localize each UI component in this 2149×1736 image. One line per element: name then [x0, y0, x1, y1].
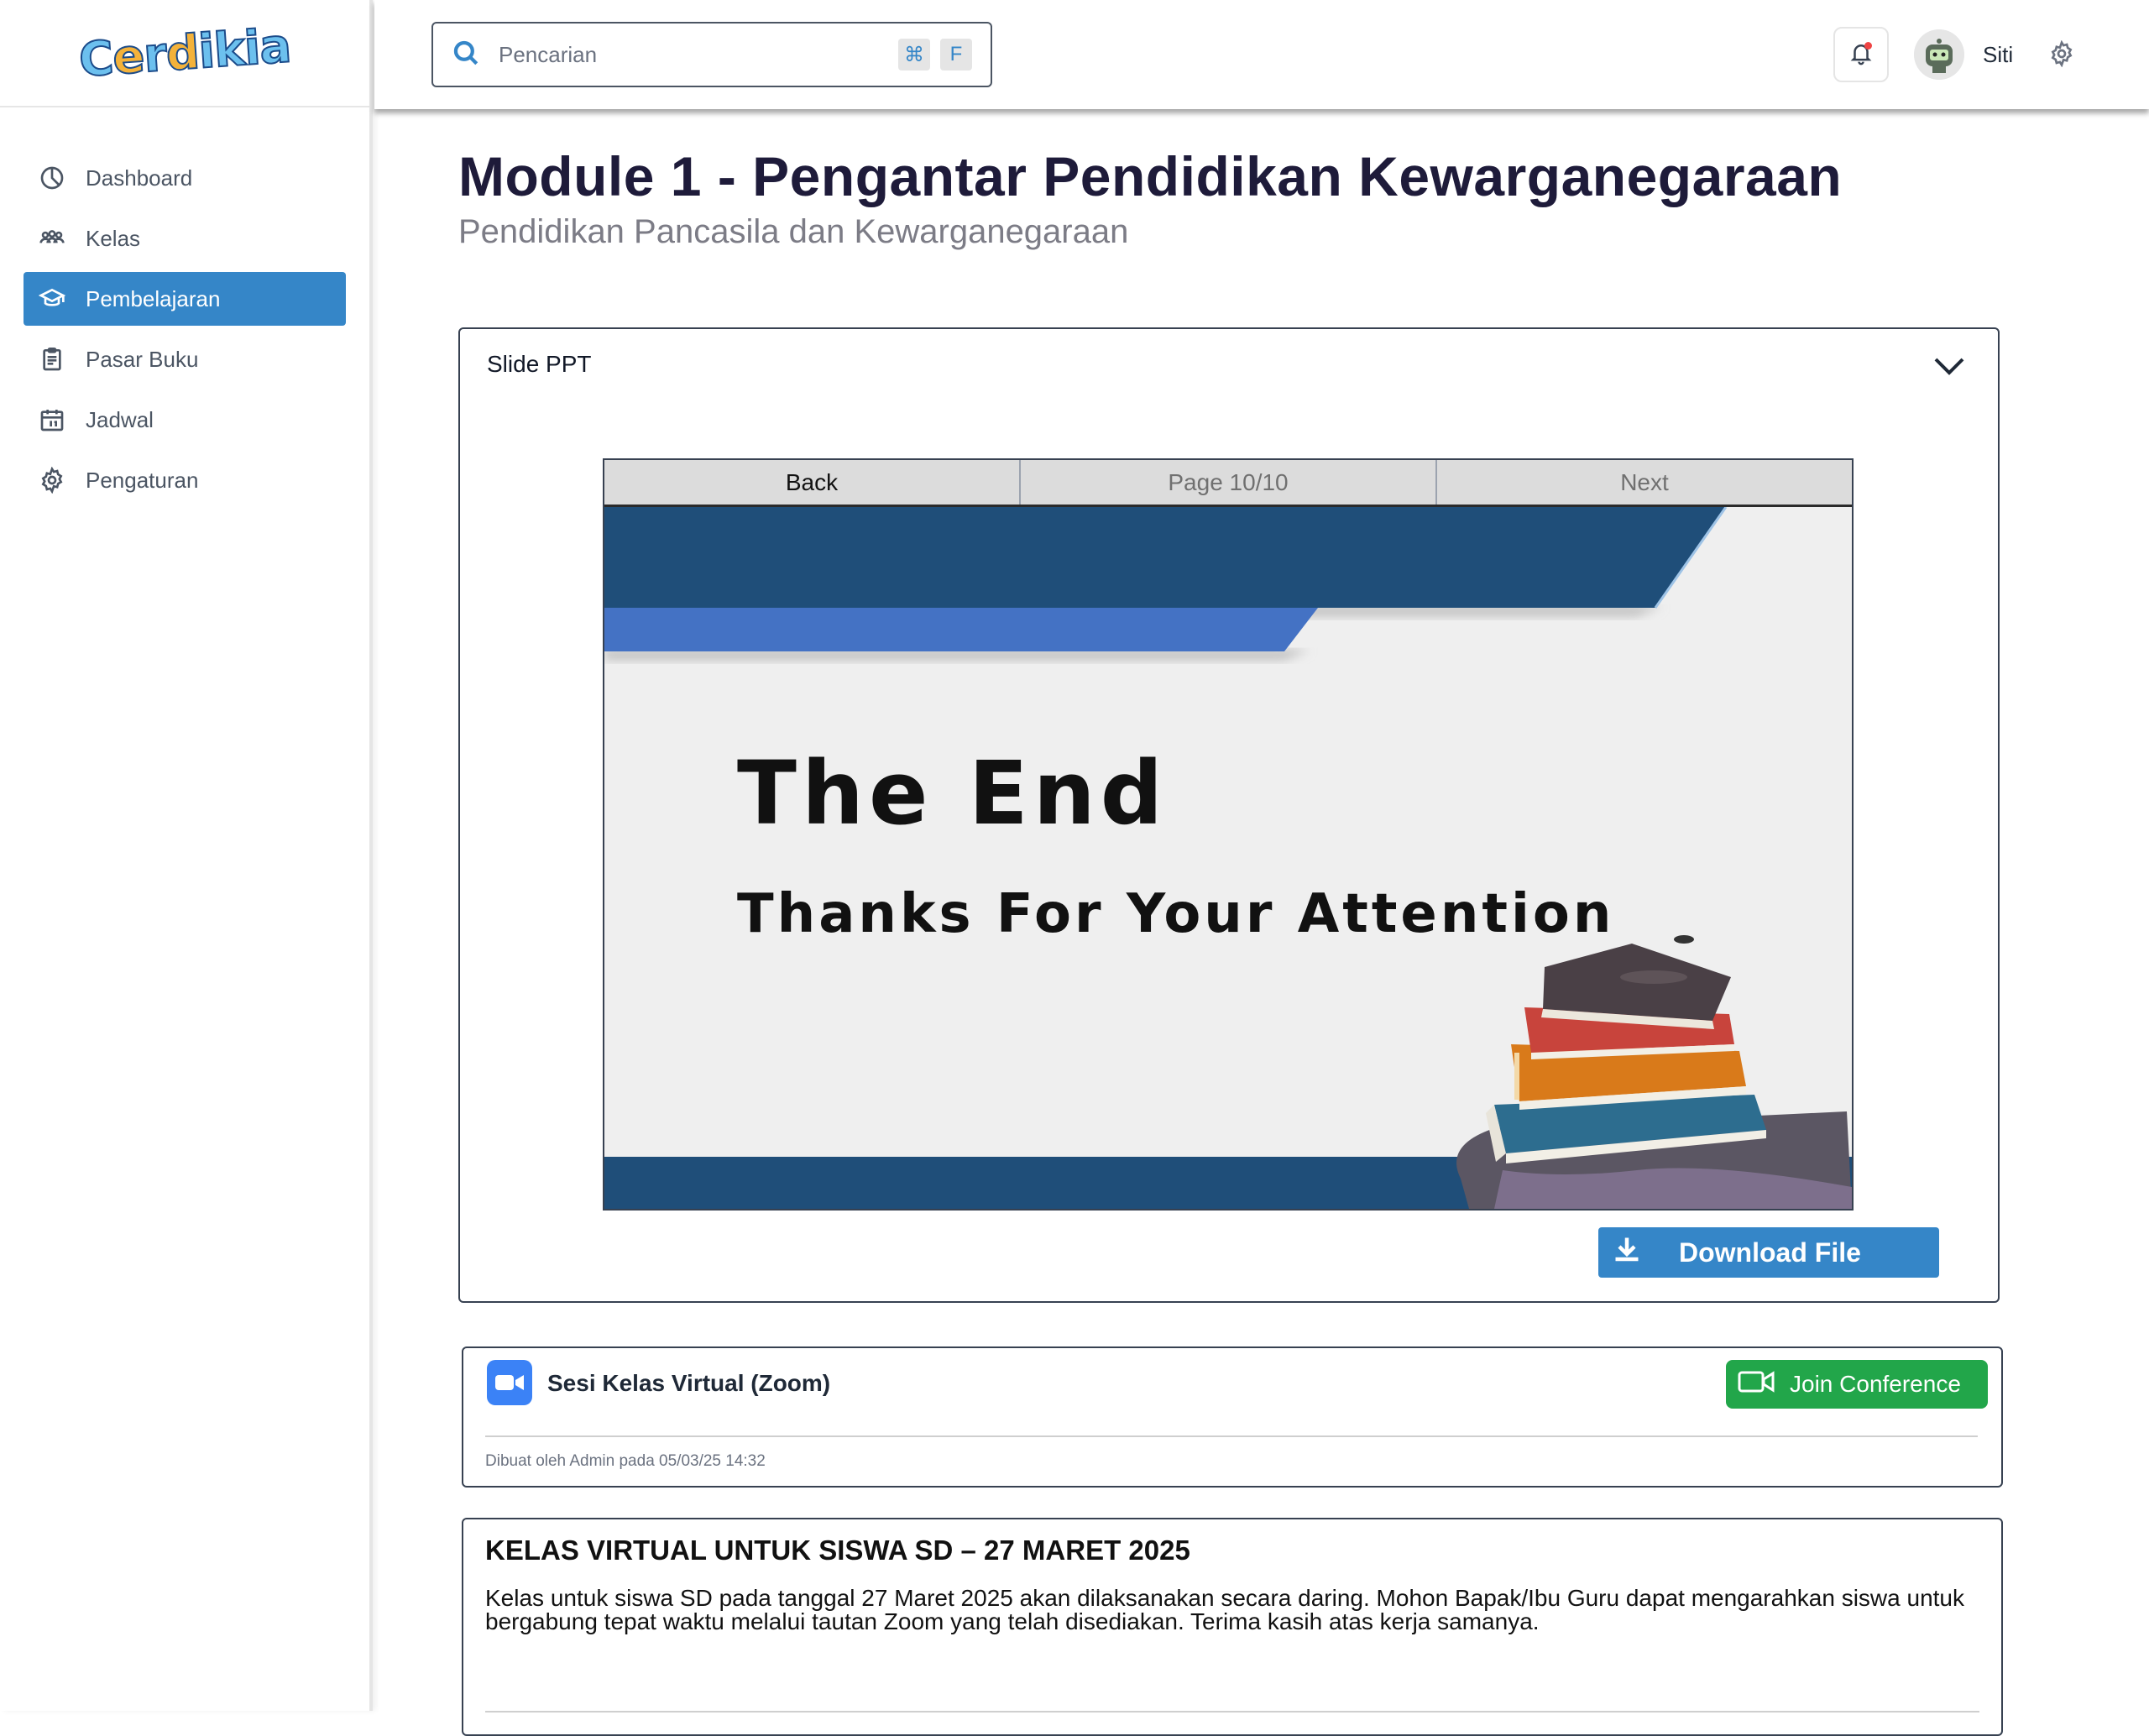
sidebar-item-pembelajaran[interactable]: Pembelajaran	[24, 272, 346, 326]
clipboard-icon	[37, 344, 67, 374]
graduation-cap-icon	[37, 284, 67, 314]
sidebar-item-label: Jadwal	[86, 406, 154, 432]
books-illustration	[1456, 944, 1852, 1209]
sidebar: Cerdikia Dashboard Kelas Pembelajaran Pa…	[0, 0, 373, 1711]
join-conference-label: Join Conference	[1790, 1371, 1961, 1397]
gear-icon	[37, 465, 67, 495]
video-camera-icon	[1738, 1370, 1775, 1399]
slide-viewer: Back Page 10/10 Next The End Thanks For …	[603, 458, 1854, 1210]
sidebar-item-kelas[interactable]: Kelas	[24, 212, 346, 265]
settings-gear-icon[interactable]	[2048, 39, 2075, 71]
download-file-button[interactable]: Download File	[1598, 1227, 1939, 1278]
username[interactable]: Siti	[1983, 42, 2013, 68]
sidebar-item-jadwal[interactable]: Jadwal	[24, 393, 346, 447]
divider	[485, 1435, 1978, 1437]
created-by-meta: Dibuat oleh Admin pada 05/03/25 14:32	[485, 1452, 766, 1470]
page-subtitle: Pendidikan Pancasila dan Kewarganegaraan	[458, 213, 1129, 250]
notification-dot	[1864, 42, 1872, 50]
download-button-label: Download File	[1679, 1237, 1861, 1268]
divider	[485, 1711, 1979, 1712]
back-button[interactable]: Back	[604, 460, 1021, 505]
cerdikia-logo[interactable]: Cerdikia	[76, 18, 293, 88]
zoom-session-card: Sesi Kelas Virtual (Zoom) Join Conferenc…	[462, 1346, 2003, 1488]
zoom-session-title: Sesi Kelas Virtual (Zoom)	[547, 1370, 831, 1396]
pie-chart-icon	[37, 163, 67, 193]
search-input[interactable]	[499, 41, 885, 68]
slide-subtitle: Thanks For Your Attention	[737, 883, 1615, 945]
slide-ppt-card: Slide PPT Back Page 10/10 Next The End T…	[458, 327, 2000, 1303]
announcement-body: Kelas untuk siswa SD pada tanggal 27 Mar…	[485, 1585, 1964, 1634]
sidebar-item-pengaturan[interactable]: Pengaturan	[24, 453, 346, 507]
sidebar-nav: Dashboard Kelas Pembelajaran Pasar Buku …	[0, 107, 369, 507]
sidebar-item-label: Pengaturan	[86, 467, 199, 493]
download-icon	[1612, 1234, 1642, 1271]
search-icon	[452, 39, 480, 71]
sidebar-item-dashboard[interactable]: Dashboard	[24, 151, 346, 205]
topbar: ⌘ F Siti	[374, 0, 2149, 109]
zoom-logo-icon	[487, 1360, 532, 1405]
users-icon	[37, 223, 67, 254]
announcement-card: KELAS VIRTUAL UNTUK SISWA SD – 27 MARET …	[462, 1518, 2003, 1736]
search-box[interactable]: ⌘ F	[431, 22, 992, 87]
sidebar-item-label: Kelas	[86, 225, 141, 251]
chevron-down-icon[interactable]	[1932, 353, 1966, 384]
notification-button[interactable]	[1833, 27, 1889, 82]
slide-decoration	[604, 507, 1852, 1209]
join-conference-button[interactable]: Join Conference	[1726, 1360, 1988, 1409]
calendar-icon	[37, 405, 67, 435]
page-title: Module 1 - Pengantar Pendidikan Kewargan…	[458, 145, 1843, 207]
next-button[interactable]: Next	[1437, 460, 1852, 505]
slide-viewer-toolbar: Back Page 10/10 Next	[604, 460, 1852, 507]
slide-image: The End Thanks For Your Attention	[604, 507, 1852, 1209]
logo-area: Cerdikia	[0, 0, 369, 107]
page-indicator: Page 10/10	[1021, 460, 1437, 505]
sidebar-item-label: Pasar Buku	[86, 346, 199, 372]
command-key-badge: ⌘	[898, 39, 930, 71]
f-key-badge: F	[940, 39, 972, 71]
sidebar-item-label: Pembelajaran	[86, 285, 221, 311]
announcement-title: KELAS VIRTUAL UNTUK SISWA SD – 27 MARET …	[485, 1535, 1190, 1566]
slide-title: The End	[737, 742, 1169, 844]
slide-card-title: Slide PPT	[487, 351, 592, 377]
sidebar-item-pasar-buku[interactable]: Pasar Buku	[24, 332, 346, 386]
sidebar-item-label: Dashboard	[86, 165, 193, 191]
avatar[interactable]	[1914, 29, 1964, 80]
